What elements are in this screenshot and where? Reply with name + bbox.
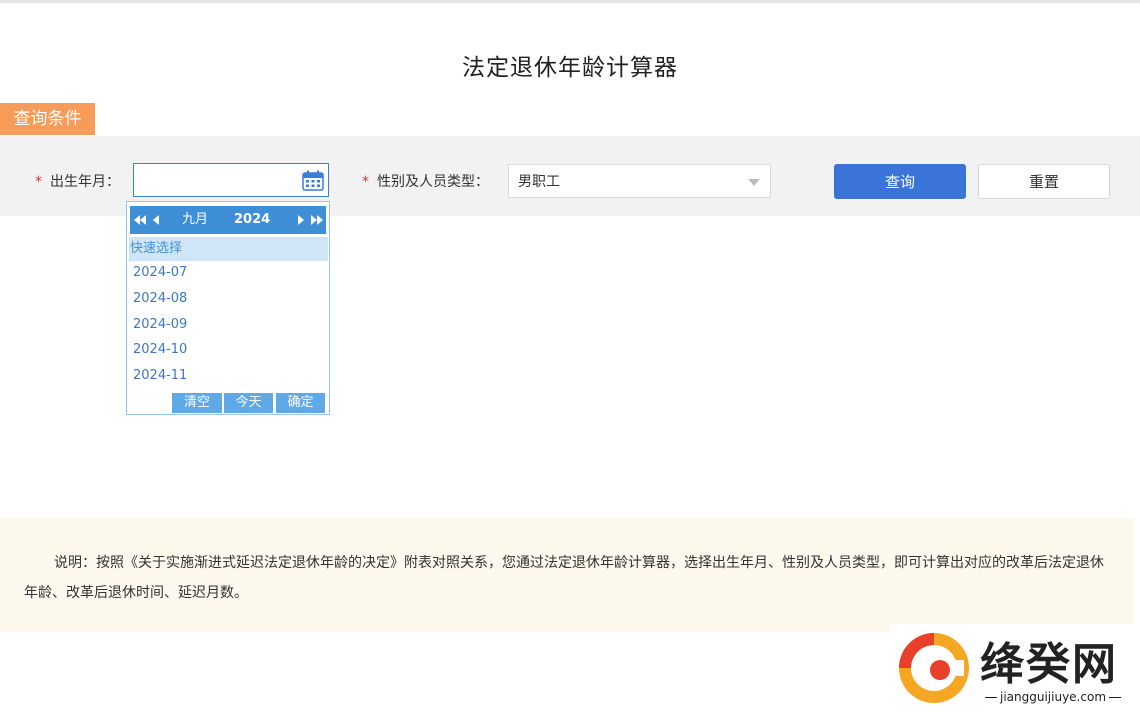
today-button[interactable]: 今天 [224, 393, 273, 413]
required-mark: * [35, 174, 42, 190]
confirm-button[interactable]: 确定 [276, 393, 325, 413]
birth-date-label-text: 出生年月： [50, 174, 120, 190]
watermark-url: jiangguijiuye.com [1000, 690, 1107, 704]
required-mark: * [362, 174, 369, 190]
double-right-icon[interactable] [310, 206, 324, 234]
page-title: 法定退休年龄计算器 [462, 55, 678, 81]
query-button[interactable]: 查询 [834, 164, 966, 199]
quick-option[interactable]: 2024-10 [133, 342, 187, 357]
description-text: 说明：按照《关于实施渐进式延迟法定退休年龄的决定》附表对照关系，您通过法定退休年… [24, 555, 1104, 601]
divider-line [1109, 697, 1122, 698]
quick-option[interactable]: 2024-09 [133, 317, 187, 332]
watermark: 绛癸网 jiangguijiuye.com [890, 624, 1140, 715]
quick-option[interactable]: 2024-11 [133, 368, 187, 383]
right-icon[interactable] [297, 206, 305, 234]
calendar-icon[interactable] [302, 170, 324, 191]
month-selector[interactable]: 九月 [182, 206, 208, 234]
chevron-down-icon [748, 179, 760, 186]
quick-option[interactable]: 2024-07 [133, 265, 187, 280]
date-picker-popup: 九月 2024 快速选择 2024-07 2024-08 2024-09 202… [126, 201, 330, 415]
person-type-label: * 性别及人员类型： [362, 171, 489, 191]
query-conditions-tab: 查询条件 [0, 103, 95, 135]
reset-button[interactable]: 重置 [978, 164, 1110, 199]
date-picker-header: 九月 2024 [130, 206, 326, 234]
quick-select-title: 快速选择 [129, 237, 328, 261]
double-left-icon[interactable] [133, 206, 147, 234]
watermark-url-row: jiangguijiuye.com [982, 690, 1124, 704]
quick-option[interactable]: 2024-08 [133, 291, 187, 306]
description-note: 说明：按照《关于实施渐进式延迟法定退休年龄的决定》附表对照关系，您通过法定退休年… [0, 518, 1134, 632]
divider-line [985, 697, 997, 698]
clear-button[interactable]: 清空 [172, 393, 222, 413]
person-type-value: 男职工 [518, 174, 560, 190]
left-icon[interactable] [152, 206, 160, 234]
person-type-select[interactable]: 男职工 [508, 164, 771, 198]
year-selector[interactable]: 2024 [234, 206, 270, 234]
top-divider [0, 0, 1140, 3]
watermark-logo-icon [899, 633, 969, 703]
birth-date-label: * 出生年月： [35, 171, 120, 191]
birth-date-input[interactable] [133, 163, 329, 197]
watermark-name: 绛癸网 [980, 639, 1118, 690]
person-type-label-text: 性别及人员类型： [377, 174, 489, 190]
